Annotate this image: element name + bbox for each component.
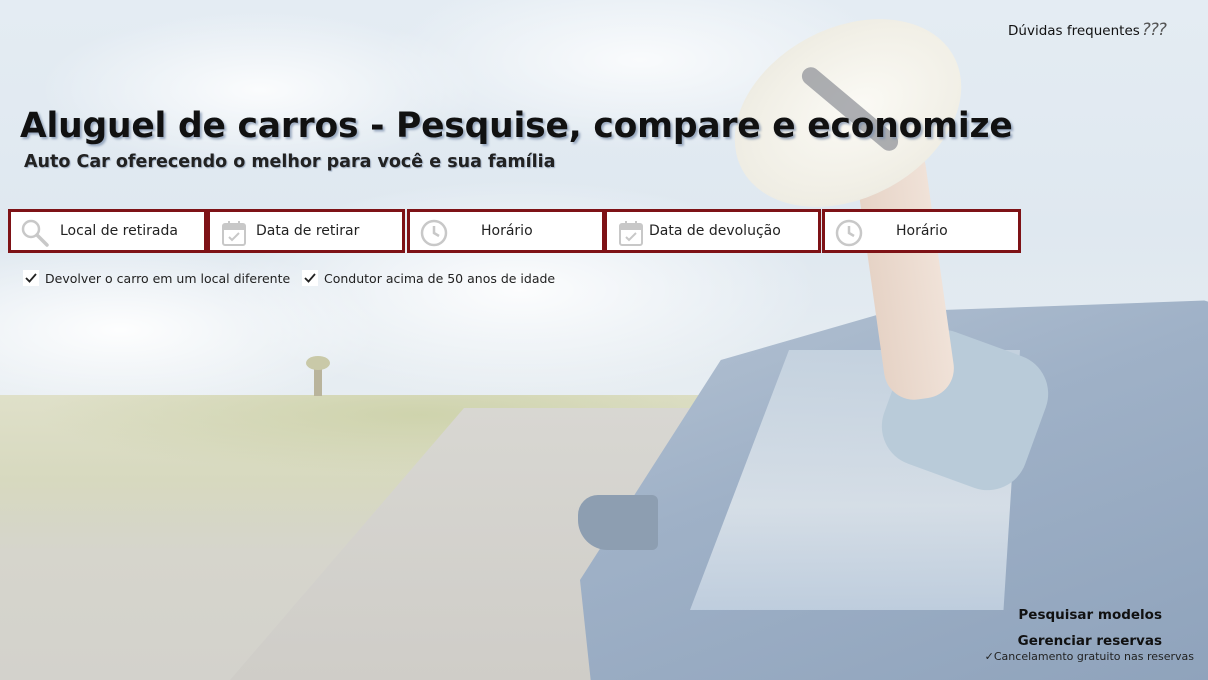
background-photo: [0, 0, 1208, 680]
footer-links: Pesquisar modelos Gerenciar reservas: [1018, 602, 1162, 654]
driver-over-50-checkbox[interactable]: Condutor acima de 50 anos de idade: [302, 268, 555, 288]
different-return-location-checkbox[interactable]: Devolver o carro em um local diferente: [23, 268, 290, 288]
clock-icon: [834, 218, 864, 248]
different-return-location-label: Devolver o carro em um local diferente: [45, 270, 291, 286]
driver-over-50-label: Condutor acima de 50 anos de idade: [324, 270, 556, 286]
calendar-icon: [616, 218, 646, 248]
free-cancellation-note: ✓Cancelamento gratuito nas reservas: [985, 650, 1194, 663]
clock-icon: [419, 218, 449, 248]
question-marks-icon: ???: [1141, 20, 1167, 40]
search-models-link[interactable]: Pesquisar modelos: [1018, 602, 1162, 628]
distant-tree: [306, 356, 330, 396]
return-time-field[interactable]: Horário: [822, 209, 1021, 253]
pickup-time-field[interactable]: Horário: [407, 209, 605, 253]
page-subtitle: Auto Car oferecendo o melhor para você e…: [24, 152, 556, 172]
pickup-time-label: Horário: [481, 223, 533, 239]
checkmark-icon: [23, 270, 39, 286]
pickup-location-label: Local de retirada: [60, 223, 178, 239]
search-icon: [20, 218, 50, 248]
calendar-icon: [219, 218, 249, 248]
pickup-date-field[interactable]: Data de retirar: [207, 209, 405, 253]
page-title: Aluguel de carros - Pesquise, compare e …: [20, 106, 1013, 146]
return-time-label: Horário: [896, 223, 948, 239]
free-cancellation-label: Cancelamento gratuito nas reservas: [993, 650, 1194, 663]
pickup-date-label: Data de retirar: [256, 223, 360, 239]
return-date-label: Data de devolução: [649, 223, 781, 239]
checkmark-icon: [302, 270, 318, 286]
faq-link[interactable]: Dúvidas frequentes???: [1008, 20, 1167, 40]
checkmark-icon: ✓: [984, 650, 994, 663]
car-mirror: [578, 495, 658, 550]
pickup-location-field[interactable]: Local de retirada: [8, 209, 207, 253]
faq-label: Dúvidas frequentes: [1008, 23, 1140, 39]
return-date-field[interactable]: Data de devolução: [604, 209, 821, 253]
